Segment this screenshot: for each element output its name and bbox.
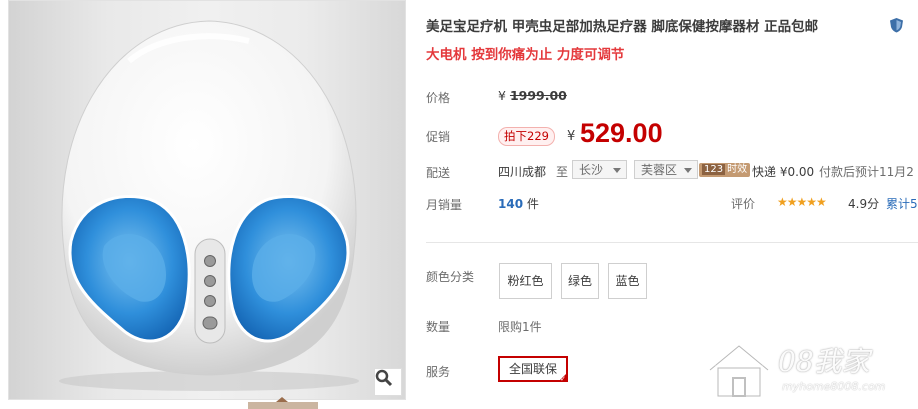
- promo-badge: 拍下229: [498, 127, 555, 146]
- monthly-sales-label: 月销量: [426, 198, 463, 212]
- ship-from: 四川成都: [498, 165, 547, 179]
- watermark-url: myhome8008.com: [782, 380, 886, 393]
- original-price-value: 1999.00: [509, 88, 567, 103]
- quantity-label: 数量: [426, 320, 451, 334]
- thumbnail-arrow-icon: [276, 397, 288, 402]
- magnifier-icon: [375, 369, 393, 387]
- delivery-label: 配送: [426, 166, 451, 180]
- watermark: 08我家 myhome8008.com: [700, 338, 914, 404]
- delivery-estimate: 付款后预计11月2: [819, 165, 914, 179]
- color-option-blue[interactable]: 蓝色: [608, 263, 647, 299]
- sales-count: 140: [498, 197, 524, 211]
- rating-score: 4.9分: [848, 197, 880, 211]
- service-option-label: 全国联保: [508, 362, 557, 376]
- shipping-fee: 快递 ¥0.00: [752, 165, 815, 179]
- color-option-pink[interactable]: 粉红色: [499, 263, 552, 299]
- promo-label: 促销: [426, 130, 451, 144]
- purchase-limit: 限购1件: [498, 320, 542, 334]
- color-label: 颜色分类: [426, 270, 475, 284]
- thumbnail-indicator[interactable]: [248, 397, 318, 409]
- district-select-value: 芙蓉区: [641, 163, 678, 177]
- chevron-down-icon: [613, 168, 621, 173]
- review-count-link[interactable]: 累计5: [886, 195, 918, 212]
- foot-massager-illustration: [59, 20, 359, 391]
- chevron-down-icon: [684, 168, 692, 173]
- original-price-currency: ¥: [498, 88, 506, 103]
- section-divider: [426, 242, 918, 243]
- city-select-value: 长沙: [579, 163, 604, 177]
- city-select[interactable]: 长沙: [572, 160, 627, 179]
- time-badge-text: 时效: [727, 164, 748, 175]
- product-image[interactable]: [8, 0, 406, 400]
- product-subtitle: 大电机 按到你痛为止 力度可调节: [426, 47, 625, 63]
- product-title: 美足宝足疗机 甲壳虫足部加热足疗器 脚底保健按摩器材 正品包邮: [426, 19, 819, 35]
- time-badge-number: 123: [702, 164, 726, 175]
- promo-price: 529.00: [580, 118, 663, 148]
- original-price: ¥ 1999.00: [498, 88, 567, 103]
- rating-stars: ★★★★★: [777, 195, 827, 209]
- rating-label: 评价: [731, 197, 756, 211]
- sales-unit: 件: [526, 197, 539, 211]
- ship-to-label: 至: [556, 165, 569, 179]
- price-label: 价格: [426, 91, 451, 105]
- shield-icon[interactable]: [889, 17, 904, 37]
- price-currency: ¥: [567, 129, 576, 144]
- house-logo-icon: [708, 343, 770, 399]
- color-option-green[interactable]: 绿色: [561, 263, 599, 299]
- service-label: 服务: [426, 365, 451, 379]
- watermark-brand: 08我家: [778, 345, 870, 378]
- district-select[interactable]: 芙蓉区: [634, 160, 698, 179]
- delivery-time-badge: 123 时效: [699, 163, 751, 177]
- service-option-warranty[interactable]: 全国联保 ✓: [498, 356, 568, 383]
- check-icon: ✓: [560, 375, 566, 383]
- monthly-sales: 140 件: [498, 195, 539, 212]
- zoom-button[interactable]: [374, 368, 402, 396]
